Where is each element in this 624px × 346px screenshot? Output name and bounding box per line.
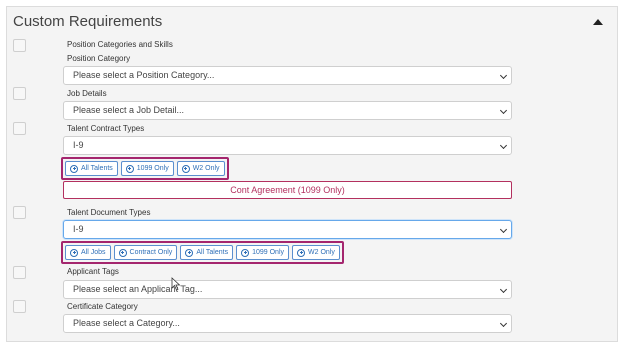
applicant-tags-checkbox[interactable] (13, 266, 26, 279)
chevron-down-icon (499, 141, 508, 150)
certificate-category-label: Certificate Category (67, 302, 138, 311)
talent-contract-types-value: I-9 (73, 140, 84, 150)
chevron-down-icon (499, 225, 508, 234)
plus-circle-icon (297, 248, 306, 257)
document-type-button-group: All Jobs Contract Only All Talents 1099 … (61, 241, 344, 264)
talent-document-types-select[interactable]: I-9 (63, 220, 512, 239)
w2-only-button[interactable]: W2 Only (176, 161, 225, 176)
all-jobs-label: All Jobs (81, 249, 106, 256)
all-talents-button[interactable]: All Talents (65, 161, 118, 176)
plus-circle-icon (241, 248, 250, 257)
talent-document-types-label: Talent Document Types (67, 208, 151, 217)
1099-only-doc-label: 1099 Only (252, 249, 285, 256)
plus-circle-icon (70, 248, 78, 257)
plus-circle-icon (70, 164, 78, 173)
chevron-down-icon (499, 285, 508, 294)
1099-only-button[interactable]: 1099 Only (120, 161, 174, 176)
position-categories-checkbox[interactable] (13, 39, 26, 52)
plus-circle-icon (125, 164, 134, 173)
chevron-down-icon (499, 319, 508, 328)
job-details-checkbox[interactable] (13, 87, 26, 100)
job-details-select[interactable]: Please select a Job Detail... (63, 101, 512, 120)
all-talents-doc-label: All Talents (196, 249, 229, 256)
position-category-label: Position Category (67, 54, 131, 63)
job-details-value: Please select a Job Detail... (73, 105, 185, 115)
talent-document-types-value: I-9 (73, 224, 84, 234)
position-categories-label: Position Categories and Skills (67, 40, 173, 49)
1099-only-label: 1099 Only (136, 165, 169, 172)
all-talents-doc-button[interactable]: All Talents (180, 245, 234, 260)
all-talents-label: All Talents (81, 165, 113, 172)
job-details-label: Job Details (67, 89, 107, 98)
w2-only-label: W2 Only (192, 165, 220, 172)
certificate-category-value: Please select a Category... (73, 318, 180, 328)
applicant-tags-label: Applicant Tags (67, 267, 119, 276)
applicant-tags-select[interactable]: Please select an Applicant Tag... (63, 280, 512, 299)
certificate-category-select[interactable]: Please select a Category... (63, 314, 512, 333)
mouse-pointer-icon (171, 277, 181, 291)
certificate-category-checkbox[interactable] (13, 300, 26, 313)
all-jobs-button[interactable]: All Jobs (65, 245, 111, 260)
contract-only-button[interactable]: Contract Only (113, 245, 178, 260)
applicant-tags-value: Please select an Applicant Tag... (73, 284, 203, 294)
plus-circle-icon (185, 248, 194, 257)
plus-circle-icon (118, 248, 127, 257)
position-category-value: Please select a Position Category... (73, 70, 215, 80)
chevron-down-icon (499, 71, 508, 80)
talent-contract-types-label: Talent Contract Types (67, 124, 145, 133)
talent-document-types-checkbox[interactable] (13, 206, 26, 219)
w2-only-doc-button[interactable]: W2 Only (292, 245, 340, 260)
talent-contract-types-select[interactable]: I-9 (63, 136, 512, 155)
chevron-up-icon[interactable] (593, 19, 603, 25)
talent-contract-types-checkbox[interactable] (13, 122, 26, 135)
1099-only-doc-button[interactable]: 1099 Only (236, 245, 290, 260)
contract-type-button-group: All Talents 1099 Only W2 Only (61, 157, 229, 180)
cont-agreement-tag[interactable]: Cont Agreement (1099 Only) (63, 181, 512, 199)
position-category-select[interactable]: Please select a Position Category... (63, 66, 512, 85)
chevron-down-icon (499, 106, 508, 115)
panel-title: Custom Requirements (13, 13, 163, 30)
w2-only-doc-label: W2 Only (308, 249, 335, 256)
contract-only-label: Contract Only (129, 249, 173, 256)
plus-circle-icon (181, 164, 190, 173)
